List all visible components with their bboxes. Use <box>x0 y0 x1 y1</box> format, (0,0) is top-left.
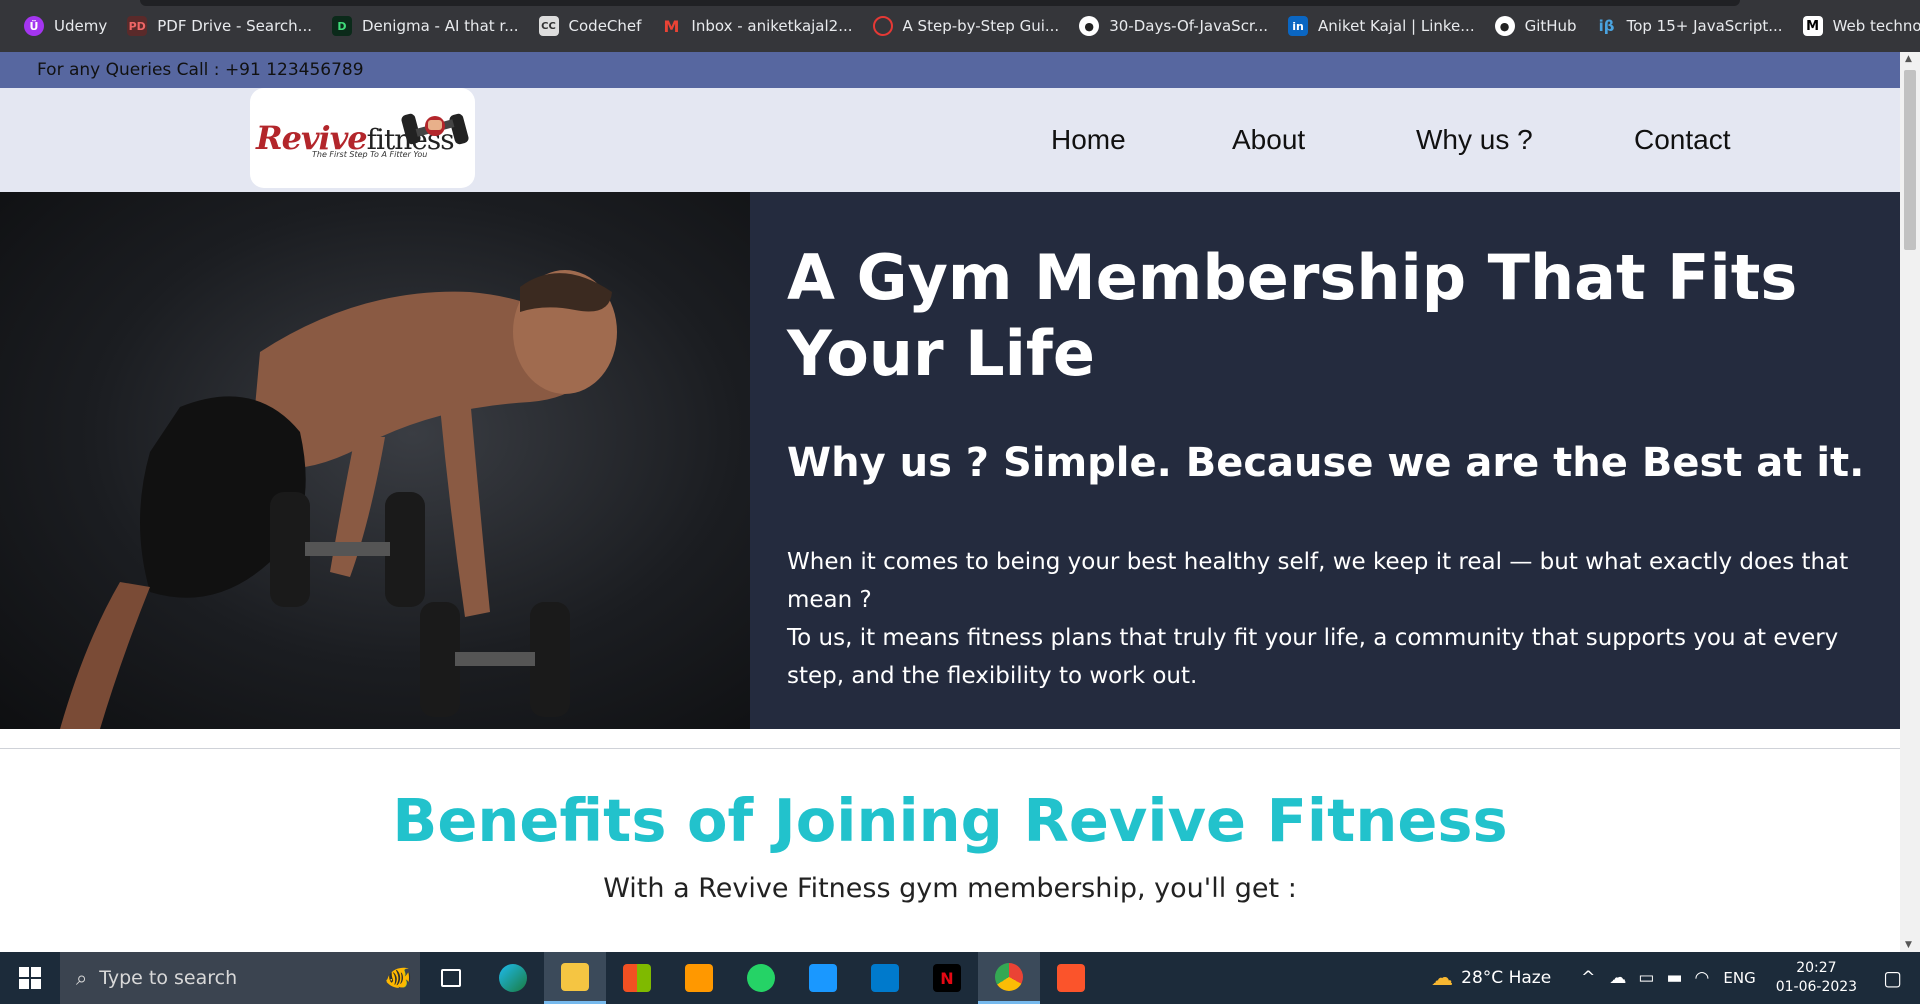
notification-icon[interactable]: ▢ <box>1883 966 1902 990</box>
windows-icon <box>19 967 41 989</box>
bookmark-label: CodeChef <box>568 17 642 35</box>
page-scrollbar[interactable]: ▲ ▼ <box>1900 52 1920 952</box>
netflix-icon[interactable]: N <box>916 952 978 1004</box>
contact-text: For any Queries Call : +91 123456789 <box>37 60 364 80</box>
bookmark-label: Denigma - AI that r... <box>362 17 519 35</box>
language-indicator[interactable]: ENG <box>1723 969 1755 987</box>
bookmark-step-guide[interactable]: A Step-by-Step Gui... <box>863 0 1070 52</box>
bookmark-label: Top 15+ JavaScript... <box>1626 17 1783 35</box>
hero-subtitle: Why us ? Simple. Because we are the Best… <box>787 440 1865 486</box>
bookmark-label: Udemy <box>54 17 108 35</box>
bookmark-label: A Step-by-Step Gui... <box>902 17 1060 35</box>
system-tray: ☁ 28°C Haze ^ ☁ ▭ ▬ ◠ ENG 20:27 01-06-20… <box>1431 952 1920 1004</box>
weather-icon[interactable]: ☁ <box>1431 966 1453 991</box>
bookmarks-bar: Ü Udemy PD PDF Drive - Search... D Denig… <box>0 0 1920 52</box>
start-button[interactable] <box>0 952 60 1004</box>
bookmark-denigma[interactable]: D Denigma - AI that r... <box>322 0 529 52</box>
gmail-icon: M <box>663 16 680 36</box>
github-icon: ● <box>1079 16 1100 36</box>
prime-video-icon[interactable] <box>792 952 854 1004</box>
clock[interactable]: 20:27 01-06-2023 <box>1776 959 1857 997</box>
hero-paragraph-2: To us, it means fitness plans that truly… <box>787 625 1839 689</box>
bookmark-label: Web technology for... <box>1832 17 1920 35</box>
bookmark-label: PDF Drive - Search... <box>157 17 312 35</box>
interviewbit-icon: iβ <box>1598 17 1615 35</box>
onedrive-icon[interactable]: ☁ <box>1609 968 1626 988</box>
whatsapp-icon[interactable] <box>730 952 792 1004</box>
tab-strip-edge <box>140 0 1740 6</box>
benefits-subheading: With a Revive Fitness gym membership, yo… <box>603 873 1297 904</box>
guide-icon <box>872 16 893 36</box>
bookmark-web-tech[interactable]: M Web technology for... <box>1793 0 1920 52</box>
bookmark-gmail[interactable]: M Inbox - aniketkajal2... <box>651 0 862 52</box>
bookmark-github[interactable]: ● GitHub <box>1485 0 1587 52</box>
search-placeholder: Type to search <box>99 967 238 989</box>
mdn-icon: M <box>1802 16 1823 36</box>
brave-icon[interactable] <box>1040 952 1102 1004</box>
udemy-icon: Ü <box>24 16 44 36</box>
nav-home[interactable]: Home <box>1051 88 1126 192</box>
weather-text[interactable]: 28°C Haze <box>1461 968 1551 988</box>
hero-description: When it comes to being your best healthy… <box>787 543 1897 695</box>
scroll-down-icon[interactable]: ▼ <box>1905 940 1912 950</box>
athlete-image <box>60 270 617 729</box>
contact-bar: For any Queries Call : +91 123456789 <box>0 52 1900 88</box>
task-view-icon[interactable] <box>420 952 482 1004</box>
display-icon[interactable]: ▭ <box>1638 968 1654 988</box>
nav-why-us[interactable]: Why us ? <box>1416 88 1533 192</box>
scroll-up-icon[interactable]: ▲ <box>1905 54 1912 64</box>
bookmark-linkedin[interactable]: in Aniket Kajal | Linke... <box>1278 0 1485 52</box>
bookmark-label: Aniket Kajal | Linke... <box>1318 17 1475 35</box>
codechef-icon: CC <box>538 16 559 36</box>
linkedin-icon: in <box>1288 16 1309 36</box>
store-icon[interactable] <box>606 952 668 1004</box>
bookmark-codechef[interactable]: CC CodeChef <box>529 0 652 52</box>
clock-date: 01-06-2023 <box>1775 979 1858 995</box>
hero-image <box>0 192 750 729</box>
wifi-icon[interactable]: ◠ <box>1695 968 1710 988</box>
bookmark-label: 30-Days-Of-JavaScr... <box>1109 17 1269 35</box>
hero-paragraph-1: When it comes to being your best healthy… <box>787 549 1849 613</box>
pdf-drive-icon: PD <box>127 16 148 36</box>
hero-title: A Gym Membership That Fits Your Life <box>787 241 1798 390</box>
scrollbar-thumb[interactable] <box>1904 70 1916 250</box>
sublime-icon[interactable] <box>668 952 730 1004</box>
nav-contact[interactable]: Contact <box>1634 88 1731 192</box>
file-explorer-icon[interactable] <box>544 952 606 1004</box>
taskbar-search[interactable]: ⌕ Type to search 🐠 <box>60 952 420 1004</box>
clock-time: 20:27 <box>1796 960 1837 976</box>
bookmark-pdf-drive[interactable]: PD PDF Drive - Search... <box>117 0 322 52</box>
dumbbell-icon <box>401 113 469 145</box>
windows-taskbar: ⌕ Type to search 🐠 N ☁ 28°C Haze ^ ☁ ▭ ▬… <box>0 952 1920 1004</box>
nav-about[interactable]: About <box>1232 88 1305 192</box>
search-icon: ⌕ <box>76 966 88 990</box>
section-divider <box>0 748 1900 749</box>
bookmark-label: Inbox - aniketkajal2... <box>691 17 853 35</box>
bookmark-label: GitHub <box>1524 17 1577 35</box>
edge-icon[interactable] <box>482 952 544 1004</box>
bookmark-udemy[interactable]: Ü Udemy <box>14 0 117 52</box>
chrome-icon[interactable] <box>978 952 1040 1004</box>
bookmark-30-days-js[interactable]: ● 30-Days-Of-JavaScr... <box>1069 0 1278 52</box>
benefits-heading: Benefits of Joining Revive Fitness <box>392 786 1508 855</box>
vscode-icon[interactable] <box>854 952 916 1004</box>
battery-icon[interactable]: ▬ <box>1666 968 1682 988</box>
search-highlight-icon: 🐠 <box>384 965 412 991</box>
github-icon: ● <box>1494 16 1515 36</box>
chevron-up-icon[interactable]: ^ <box>1581 968 1595 988</box>
bookmark-top-js[interactable]: iβ Top 15+ JavaScript... <box>1587 0 1793 52</box>
denigma-icon: D <box>332 16 352 36</box>
site-logo[interactable]: Revivefitness The First Step To A Fitter… <box>250 88 475 188</box>
